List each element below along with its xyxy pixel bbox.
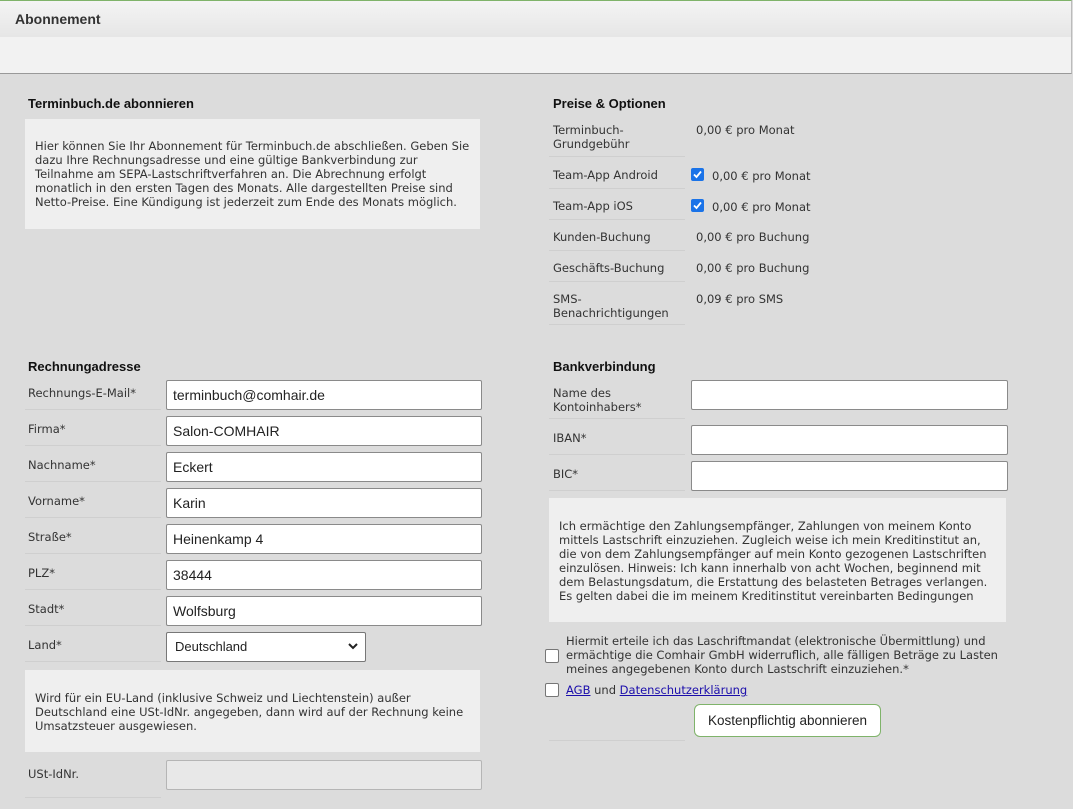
row-divider — [25, 625, 161, 626]
window-titlebar: Abonnement — [0, 0, 1072, 38]
agb-link[interactable]: AGB — [566, 683, 590, 697]
price-label-sms: SMS-Benachrichtigungen — [553, 292, 669, 320]
billing-title: Rechnungadresse — [28, 359, 141, 374]
subscribe-info: Hier können Sie Ihr Abonnement für Termi… — [25, 119, 480, 229]
row-divider — [549, 156, 685, 157]
terms-checkbox[interactable] — [545, 683, 559, 697]
ios-app-checkbox[interactable] — [691, 199, 704, 212]
price-value-ios: 0,00 € pro Monat — [712, 200, 811, 214]
mandate-checkbox-label: Hiermit erteile ich das Laschriftmandat … — [566, 634, 998, 676]
country-select[interactable]: Deutschland — [166, 632, 366, 662]
city-label: Stadt* — [28, 602, 65, 616]
mandate-info: Ich ermächtige den Zahlungsempfänger, Za… — [549, 498, 1006, 622]
company-label: Firma* — [28, 422, 66, 436]
mandate-checkbox[interactable] — [545, 649, 559, 663]
toolbar — [0, 37, 1072, 74]
price-label-kunden: Kunden-Buchung — [553, 230, 651, 244]
zip-field[interactable]: 38444 — [166, 560, 482, 590]
subscribe-button[interactable]: Kostenpflichtig abonnieren — [694, 704, 881, 737]
android-app-checkbox[interactable] — [691, 168, 704, 181]
vat-label: USt-IdNr. — [28, 767, 79, 781]
email-field[interactable]: terminbuch@comhair.de — [166, 380, 482, 410]
iban-field[interactable] — [691, 425, 1008, 455]
row-divider — [549, 250, 685, 251]
row-divider — [25, 517, 161, 518]
price-value-android: 0,00 € pro Monat — [712, 169, 811, 183]
row-divider — [549, 188, 685, 189]
firstname-field[interactable]: Karin — [166, 488, 482, 518]
price-value-grundgebuehr: 0,00 € pro Monat — [696, 123, 795, 137]
checkmark-icon — [693, 170, 702, 179]
price-label-geschaefts: Geschäfts-Buchung — [553, 261, 665, 275]
row-divider — [549, 219, 685, 220]
row-divider — [25, 409, 161, 410]
window-title: Abonnement — [15, 11, 101, 27]
row-divider — [549, 418, 685, 419]
price-value-geschaefts: 0,00 € pro Buchung — [696, 261, 810, 275]
subscribe-title: Terminbuch.de abonnieren — [28, 96, 194, 111]
account-holder-field[interactable] — [691, 380, 1008, 410]
street-label: Straße* — [28, 530, 72, 544]
iban-label: IBAN* — [553, 431, 587, 445]
row-divider — [25, 553, 161, 554]
row-divider — [25, 589, 161, 590]
company-field[interactable]: Salon-COMHAIR — [166, 416, 482, 446]
row-divider — [549, 281, 685, 282]
price-label-android: Team-App Android — [553, 168, 658, 182]
bank-title: Bankverbindung — [553, 359, 656, 374]
country-select-value: Deutschland — [175, 639, 248, 654]
lastname-field[interactable]: Eckert — [166, 452, 482, 482]
bic-label: BIC* — [553, 467, 579, 481]
row-divider — [25, 661, 161, 662]
vat-field[interactable] — [166, 760, 482, 790]
row-divider — [549, 740, 685, 741]
row-divider — [25, 445, 161, 446]
terms-checkbox-label: AGB und Datenschutzerklärung — [566, 683, 747, 697]
price-label-ios: Team-App iOS — [553, 199, 633, 213]
and-text: und — [594, 683, 617, 697]
bic-field[interactable] — [691, 461, 1008, 491]
chevron-down-icon — [347, 633, 359, 671]
privacy-link[interactable]: Datenschutzerklärung — [620, 683, 748, 697]
zip-label: PLZ* — [28, 566, 55, 580]
street-field[interactable]: Heinenkamp 4 — [166, 524, 482, 554]
account-holder-label: Name des Kontoinhabers* — [553, 386, 642, 414]
firstname-label: Vorname* — [28, 494, 85, 508]
price-value-kunden: 0,00 € pro Buchung — [696, 230, 810, 244]
checkmark-icon — [693, 201, 702, 210]
vat-info: Wird für ein EU-Land (inklusive Schweiz … — [25, 670, 480, 752]
row-divider — [25, 797, 161, 798]
row-divider — [549, 490, 685, 491]
price-value-sms: 0,09 € pro SMS — [696, 292, 784, 306]
email-label: Rechnungs-E-Mail* — [28, 386, 136, 400]
prices-title: Preise & Optionen — [553, 96, 666, 111]
row-divider — [549, 454, 685, 455]
lastname-label: Nachname* — [28, 458, 96, 472]
city-field[interactable]: Wolfsburg — [166, 596, 482, 626]
price-label-grundgebuehr: Terminbuch-Grundgebühr — [553, 123, 630, 151]
country-label: Land* — [28, 638, 62, 652]
row-divider — [25, 481, 161, 482]
row-divider — [549, 324, 685, 325]
